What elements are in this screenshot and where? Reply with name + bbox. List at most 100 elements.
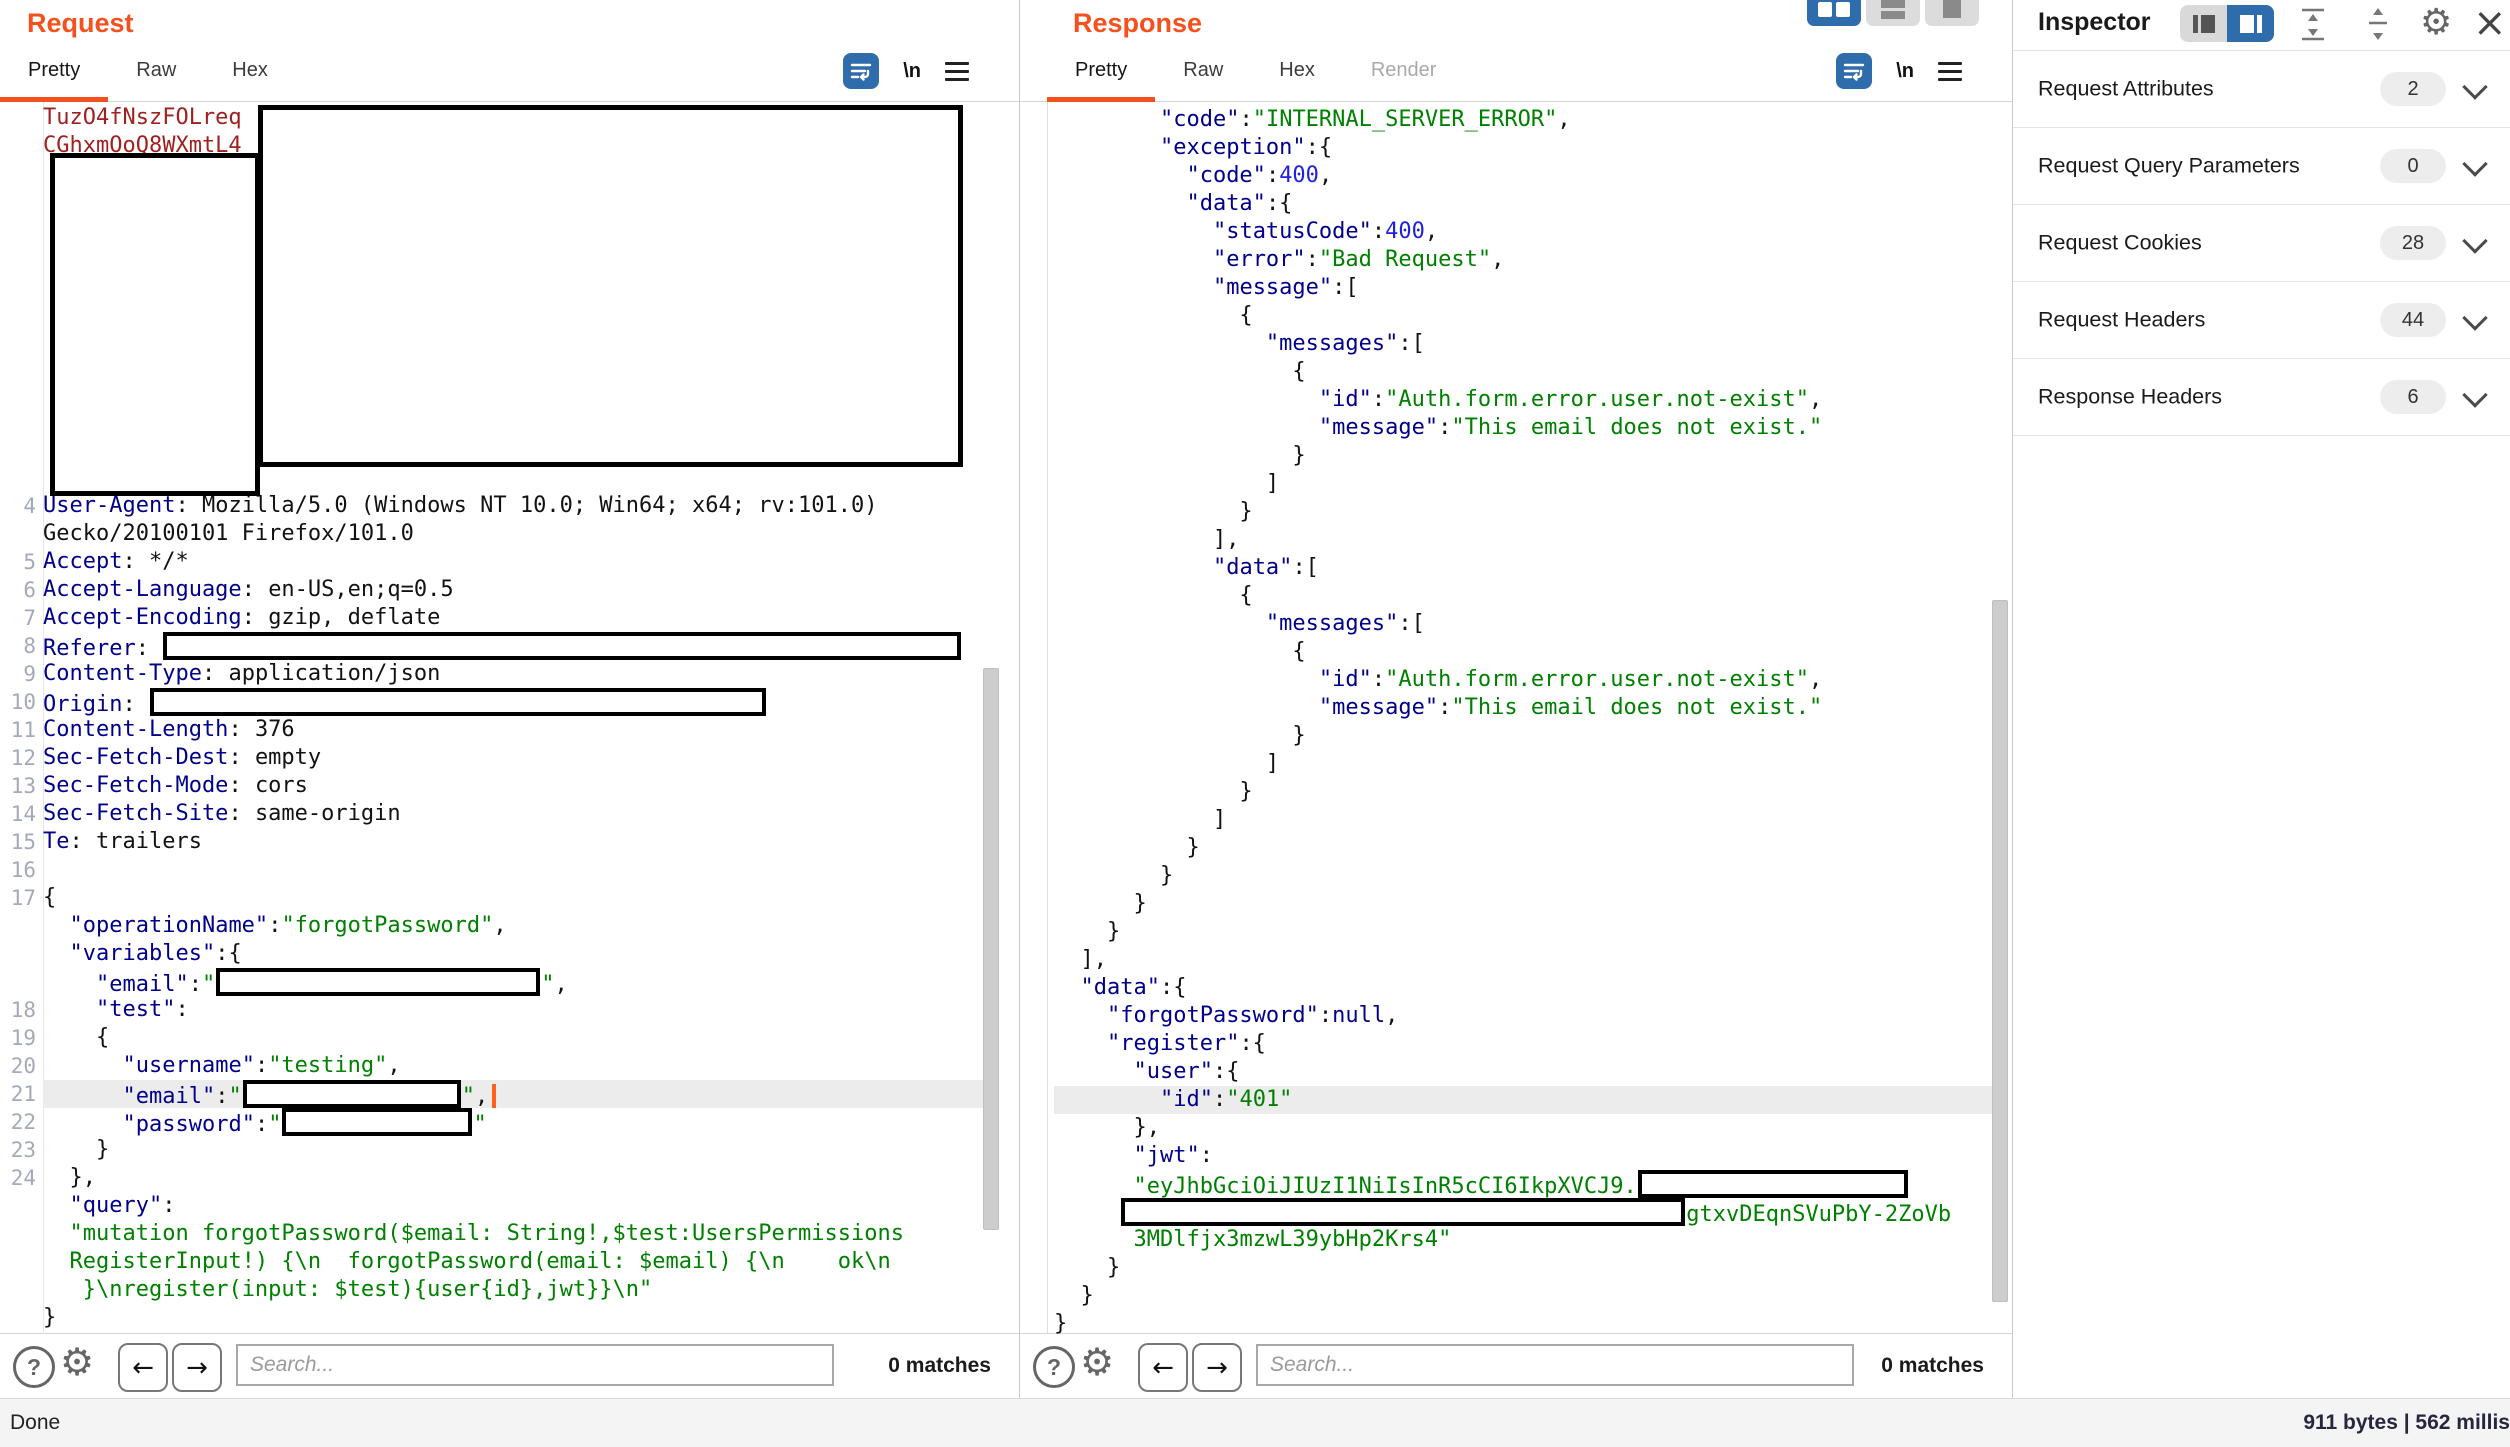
response-editor[interactable]: "code":"INTERNAL_SERVER_ERROR", "excepti… [1047, 102, 2009, 1334]
divider [2013, 435, 2510, 436]
request-search-input[interactable] [236, 1344, 834, 1386]
show-newlines-button[interactable]: \n [1896, 60, 1914, 83]
line-number: 10 [0, 688, 43, 716]
inspector-dock-right-button[interactable] [2227, 5, 2274, 42]
help-icon[interactable]: ? [13, 1346, 55, 1388]
response-scrollbar[interactable] [1992, 600, 2008, 1302]
code-line: "exception":{ [1054, 134, 1993, 162]
tab-hex[interactable]: Hex [1251, 39, 1343, 101]
line-number [0, 1248, 43, 1276]
code-line: { [1054, 638, 1993, 666]
expand-all-icon[interactable] [2362, 6, 2394, 42]
code-line: "register":{ [1054, 1030, 1993, 1058]
inspector-section-request-headers[interactable]: Request Headers44 [2013, 282, 2510, 358]
dock-icon [2201, 15, 2215, 33]
code-line: "id":"Auth.form.error.user.not-exist", [1054, 386, 1993, 414]
line-number: 12 [0, 744, 43, 772]
previous-match-button[interactable]: ← [1138, 1343, 1188, 1392]
redaction-box [216, 968, 540, 996]
tab-pretty[interactable]: Pretty [1047, 39, 1155, 101]
line-number [0, 1304, 43, 1332]
soft-wrap-button[interactable] [843, 53, 879, 89]
chevron-down-icon[interactable] [2462, 305, 2487, 330]
chevron-down-icon[interactable] [2462, 228, 2487, 253]
code-line: 12Sec-Fetch-Dest: empty [0, 744, 984, 772]
editor-menu-button[interactable] [945, 62, 969, 81]
code-line: { [1054, 302, 1993, 330]
text-cursor [492, 1084, 496, 1108]
response-match-count: 0 matches [1881, 1334, 1984, 1398]
previous-match-button[interactable]: ← [118, 1343, 168, 1392]
request-title: Request [27, 8, 134, 39]
inspector-dock-left-button[interactable] [2180, 5, 2227, 42]
code-line: 23 } [0, 1136, 984, 1164]
code-line: } [1054, 890, 1993, 918]
code-line: 10Origin: [0, 688, 984, 716]
response-search-input[interactable] [1256, 1344, 1854, 1386]
tab-hex[interactable]: Hex [204, 39, 296, 101]
code-line: { [1054, 358, 1993, 386]
inspector-close-icon[interactable]: × [2473, 0, 2507, 46]
tab-raw[interactable]: Raw [1155, 39, 1251, 101]
soft-wrap-button[interactable] [1836, 53, 1872, 89]
rows-icon [1881, 0, 1905, 19]
code-line: "id":"Auth.form.error.user.not-exist", [1054, 666, 1993, 694]
next-match-button[interactable]: → [172, 1343, 222, 1392]
request-editor-tools: \n [843, 53, 969, 89]
layout-single-button[interactable] [1925, 0, 1979, 26]
line-number: 7 [0, 604, 43, 632]
chevron-down-icon[interactable] [2462, 151, 2487, 176]
count-badge: 0 [2380, 149, 2446, 183]
code-line: 7Accept-Encoding: gzip, deflate [0, 604, 984, 632]
tab-pretty[interactable]: Pretty [0, 39, 108, 101]
dock-icon [2257, 15, 2262, 33]
line-number: 21 [0, 1080, 43, 1108]
request-pane: Request PrettyRawHex \n TuzO4fNszFOLreqC… [0, 0, 1020, 1398]
response-search-bar: ? ⚙ ← → 0 matches [1020, 1333, 2012, 1398]
code-line: "data":{ [1054, 974, 1993, 1002]
code-line: 16 [0, 856, 984, 884]
inspector-panel: Inspector ⚙ × Request [2013, 0, 2510, 1398]
count-badge: 28 [2380, 226, 2446, 260]
code-line: 11Content-Length: 376 [0, 716, 984, 744]
tab-render[interactable]: Render [1343, 39, 1465, 101]
inspector-section-request-query-parameters[interactable]: Request Query Parameters0 [2013, 128, 2510, 204]
code-line: "messages":[ [1054, 610, 1993, 638]
request-scrollbar[interactable] [983, 668, 999, 1230]
code-line: 17{ [0, 884, 984, 912]
code-line: Gecko/20100101 Firefox/101.0 [0, 520, 984, 548]
editor-menu-button[interactable] [1938, 62, 1962, 81]
help-icon[interactable]: ? [1033, 1346, 1075, 1388]
inspector-section-request-cookies[interactable]: Request Cookies28 [2013, 205, 2510, 281]
code-line: 24 }, [0, 1164, 984, 1192]
code-line: } [1054, 442, 1993, 470]
inspector-section-response-headers[interactable]: Response Headers6 [2013, 359, 2510, 435]
layout-columns-button[interactable] [1807, 0, 1861, 26]
code-line: { [1054, 582, 1993, 610]
layout-rows-button[interactable] [1866, 0, 1920, 26]
request-editor[interactable]: TuzO4fNszFOLreqCGhxmOoQ8WXmtL4 4User-Age… [0, 102, 1000, 1334]
search-settings-icon[interactable]: ⚙ [60, 1340, 94, 1384]
search-settings-icon[interactable]: ⚙ [1080, 1340, 1114, 1384]
line-number [0, 912, 43, 940]
code-line: } [1054, 778, 1993, 806]
redaction-box [150, 688, 766, 716]
next-match-button[interactable]: → [1192, 1343, 1242, 1392]
redaction-box [243, 1080, 461, 1108]
inspector-section-request-attributes[interactable]: Request Attributes2 [2013, 51, 2510, 127]
show-newlines-button[interactable]: \n [903, 60, 921, 83]
line-number: 16 [0, 856, 43, 884]
tab-raw[interactable]: Raw [108, 39, 204, 101]
collapse-all-icon[interactable] [2297, 6, 2329, 42]
code-line: ] [1054, 750, 1993, 778]
inspector-settings-icon[interactable]: ⚙ [2420, 2, 2452, 43]
code-line: "message":[ [1054, 274, 1993, 302]
line-number [0, 1220, 43, 1248]
chevron-down-icon[interactable] [2462, 382, 2487, 407]
code-line: "eyJhbGciOiJIUzI1NiIsInR5cCI6IkpXVCJ9. [1054, 1170, 1993, 1198]
chevron-down-icon[interactable] [2462, 74, 2487, 99]
line-number: 18 [0, 996, 43, 1024]
redaction-box [282, 1108, 472, 1136]
code-line: }, [1054, 1114, 1993, 1142]
code-line: "code":400, [1054, 162, 1993, 190]
